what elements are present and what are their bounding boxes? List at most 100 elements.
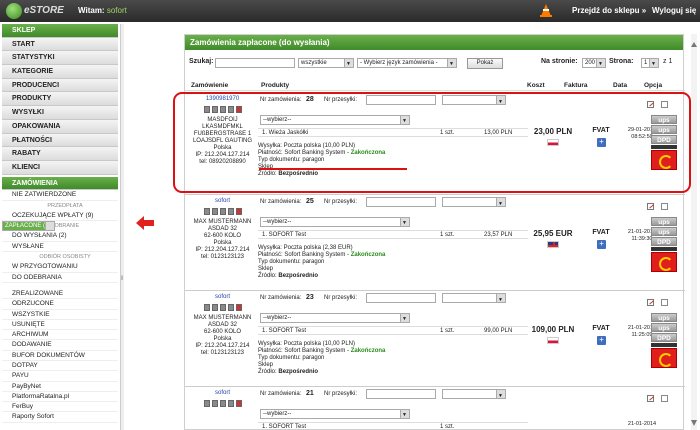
shop-link[interactable]: Przejdź do sklepu » (572, 6, 646, 15)
sidebar-subitem[interactable]: PayByNet (2, 382, 118, 392)
order-id-link[interactable]: sofort (185, 198, 260, 205)
poczta-polska-icon[interactable] (651, 348, 677, 368)
doc-icon[interactable] (203, 304, 210, 311)
per-page-select[interactable]: 200 ▼ (582, 58, 606, 68)
order-id-link[interactable]: 1390981970 (185, 96, 260, 103)
show-button[interactable]: Pokaż (467, 58, 503, 69)
order-id-link[interactable]: sofort (185, 294, 260, 301)
user-icon[interactable] (227, 106, 234, 113)
status-select[interactable]: ▼ (442, 293, 506, 303)
mail-icon[interactable] (219, 400, 226, 407)
sidebar-item-5[interactable]: PRODUKTY (2, 92, 118, 107)
sidebar-subitem[interactable]: FerBuy (2, 402, 118, 413)
status-dropdown[interactable]: --wybierz-- ▼ (260, 313, 410, 323)
carrier-button-dpd[interactable]: DPD (651, 237, 677, 246)
add-invoice-icon[interactable]: + (597, 240, 606, 249)
sidebar-item-9[interactable]: RABATY (2, 147, 118, 161)
sidebar-subitem[interactable]: BUFOR DOKUMENTÓW (2, 351, 118, 361)
mail-icon[interactable] (219, 106, 226, 113)
sidebar-item-8[interactable]: PŁATNOŚCI (2, 133, 118, 148)
sidebar-subitem[interactable]: PAYU (2, 371, 118, 382)
order-checkbox[interactable] (661, 299, 668, 306)
delete-icon[interactable] (235, 400, 242, 407)
status-dropdown[interactable]: --wybierz-- ▼ (260, 409, 410, 419)
sidebar-subitem[interactable]: DODAWANIE (2, 340, 118, 351)
sidebar-subitem[interactable]: ODRZUCONE (2, 299, 118, 310)
sidebar-subitem[interactable]: Raporty Sofort (2, 412, 118, 423)
sidebar-subitem[interactable]: PlatformaRatalna.pl (2, 392, 118, 403)
scrollbar[interactable] (690, 34, 698, 430)
mail-icon[interactable] (219, 304, 226, 311)
mail-icon[interactable] (219, 208, 226, 215)
carrier-button-ups[interactable]: ups (651, 227, 677, 236)
sidebar-subitem[interactable]: DO WYSŁANIA (2) (2, 231, 118, 242)
status-select[interactable]: ▼ (442, 95, 506, 105)
sidebar-subitem[interactable]: NIE ZATWIERDZONE (2, 190, 118, 201)
sidebar-item-3[interactable]: KATEGORIE (2, 65, 118, 79)
product-name[interactable]: 1. SOFORT Test (262, 424, 306, 430)
user-icon[interactable] (227, 208, 234, 215)
shipment-input[interactable] (366, 389, 436, 399)
sidebar-subitem[interactable]: ZREALIZOWANE (2, 289, 118, 300)
product-name[interactable]: 1. SOFORT Test (262, 232, 306, 239)
carrier-button-ups[interactable]: ups (651, 217, 677, 226)
status-select[interactable]: ▼ (442, 389, 506, 399)
sidebar-subitem[interactable]: ARCHIWUM (2, 330, 118, 341)
carrier-button-dpd[interactable]: DPD (651, 333, 677, 342)
order-checkbox[interactable] (661, 395, 668, 402)
sidebar-subitem[interactable]: USUNIĘTE (2, 320, 118, 331)
status-dropdown[interactable]: --wybierz-- ▼ (260, 115, 410, 125)
sidebar-subitem[interactable]: DOTPAY (2, 361, 118, 372)
page-select[interactable]: 1 ▼ (641, 58, 659, 68)
status-dropdown[interactable]: --wybierz-- ▼ (260, 217, 410, 227)
carrier-button-ups[interactable]: ups (651, 323, 677, 332)
sidebar-subitem[interactable]: DO ODEBRANIA (2, 273, 118, 283)
courier-logo[interactable] (651, 145, 677, 149)
sidebar-subitem[interactable]: WYSŁANE (2, 242, 118, 253)
user-icon[interactable] (227, 400, 234, 407)
carrier-button-ups[interactable]: ups (651, 125, 677, 134)
scope-select[interactable]: wszystkie ▼ (298, 58, 354, 68)
sidebar-subitem[interactable]: OCZEKUJĄCE WPŁATY (9) (2, 211, 118, 222)
sidebar-section-orders[interactable]: ZAMÓWIENIA (2, 176, 118, 191)
language-select[interactable]: - Wybierz język zamówienia - ▼ (357, 58, 457, 68)
product-name[interactable]: 1. SOFORT Test (262, 328, 306, 335)
poczta-polska-icon[interactable] (651, 150, 677, 170)
doc-icon[interactable] (203, 106, 210, 113)
carrier-button-ups[interactable]: ups (651, 313, 677, 322)
carrier-button-dpd[interactable]: DPD (651, 135, 677, 144)
order-id-link[interactable]: sofort (185, 390, 260, 397)
sidebar-item-1[interactable]: START (2, 37, 118, 52)
delete-icon[interactable] (235, 106, 242, 113)
product-name[interactable]: 1. Wieża Jaskółki (262, 130, 308, 137)
shipment-input[interactable] (366, 293, 436, 303)
courier-logo[interactable] (651, 343, 677, 347)
print-icon[interactable] (211, 106, 218, 113)
doc-icon[interactable] (203, 208, 210, 215)
courier-logo[interactable] (651, 247, 677, 251)
delete-icon[interactable] (235, 208, 242, 215)
shipment-input[interactable] (366, 95, 436, 105)
sidebar-subitem[interactable]: W PRZYGOTOWANIU (2, 262, 118, 273)
sidebar-item-10[interactable]: KLIENCI (2, 160, 118, 175)
search-input[interactable] (215, 58, 295, 68)
status-select[interactable]: ▼ (442, 197, 506, 207)
doc-icon[interactable] (203, 400, 210, 407)
carrier-button-ups[interactable]: ups (651, 115, 677, 124)
logo[interactable]: eSTORE (6, 3, 64, 19)
traffic-cone-icon[interactable] (540, 4, 552, 17)
edit-icon[interactable] (647, 101, 654, 108)
order-checkbox[interactable] (661, 101, 668, 108)
poczta-polska-icon[interactable] (651, 252, 677, 272)
edit-icon[interactable] (647, 299, 654, 306)
edit-icon[interactable] (647, 203, 654, 210)
add-invoice-icon[interactable]: + (597, 336, 606, 345)
add-invoice-icon[interactable]: + (597, 138, 606, 147)
sidebar-item-0[interactable]: SKLEP (2, 24, 118, 38)
sidebar-collapse-handle[interactable]: ‖ (120, 24, 124, 430)
sidebar-subitem[interactable]: ZAPŁACONE (10) (2, 221, 55, 232)
sidebar-item-4[interactable]: PRODUCENCI (2, 78, 118, 93)
sidebar-item-7[interactable]: OPAKOWANIA (2, 119, 118, 134)
shipment-input[interactable] (366, 197, 436, 207)
print-icon[interactable] (211, 400, 218, 407)
